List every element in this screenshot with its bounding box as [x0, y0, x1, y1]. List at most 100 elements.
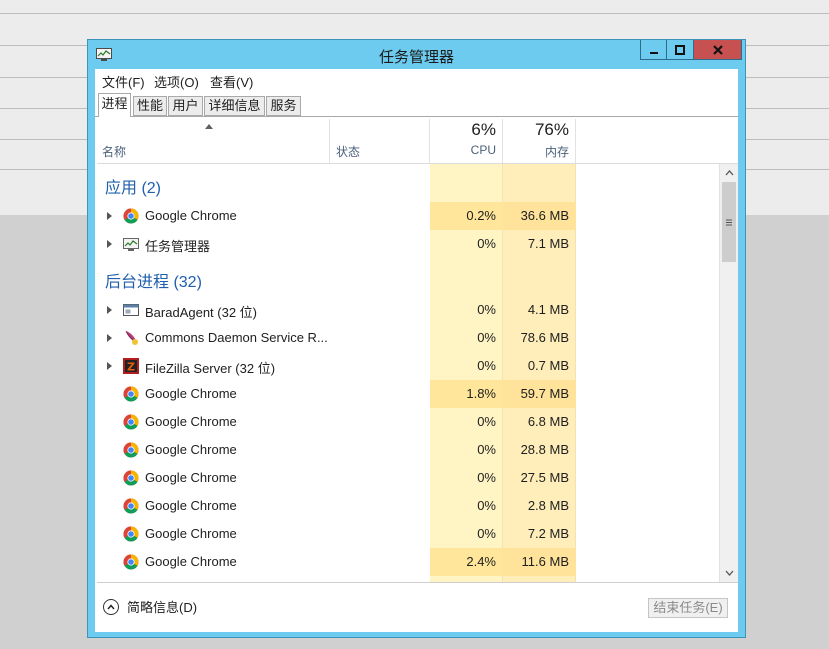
process-name: FileZilla Server (32 位)	[145, 361, 276, 376]
process-table: 名称 状态 6% CPU 76% 内存 应用 (2) Google Chrome…	[97, 119, 738, 583]
process-row[interactable]: Google Chrome 0% 6.8 MB	[97, 408, 719, 436]
process-row[interactable]: 任务管理器 0% 7.1 MB	[97, 230, 719, 258]
vertical-scrollbar[interactable]	[719, 164, 738, 582]
process-name: Google Chrome	[145, 498, 237, 513]
end-task-button[interactable]: 结束任务(E)	[648, 598, 728, 618]
process-cpu: 1.8%	[466, 386, 496, 401]
process-row[interactable]: Google Chrome 0.2% 36.6 MB	[97, 202, 719, 230]
process-memory: 78.6 MB	[520, 330, 569, 345]
column-separator	[329, 119, 330, 163]
feather-icon	[123, 330, 139, 346]
task-manager-icon	[123, 236, 139, 252]
chrome-icon	[123, 386, 139, 402]
process-row[interactable]: BaradAgent (32 位) 0% 4.1 MB	[97, 296, 719, 324]
chevron-up-icon	[725, 169, 733, 175]
menu-file[interactable]: 文件(F)	[102, 72, 145, 91]
process-name: Google Chrome	[145, 208, 237, 223]
window-client: 文件(F) 选项(O) 查看(V) 进程 性能 用户 详细信息 服务 名称 状态…	[95, 69, 738, 632]
chevron-up-circle-icon	[103, 598, 119, 615]
process-memory: 4.1 MB	[527, 302, 569, 317]
process-memory: 7.2 MB	[527, 526, 569, 541]
process-cpu: 0.2%	[466, 208, 496, 223]
maximize-button[interactable]	[667, 40, 694, 60]
process-cpu: 2.4%	[466, 554, 496, 569]
close-button[interactable]	[694, 40, 742, 60]
process-cpu: 0%	[477, 236, 496, 251]
process-cpu: 0%	[477, 470, 496, 485]
chrome-icon	[123, 414, 139, 430]
chevron-down-icon	[725, 570, 733, 576]
title-bar[interactable]: 任务管理器	[88, 40, 745, 69]
process-row[interactable]: Commons Daemon Service R... 0% 78.6 MB	[97, 324, 719, 352]
process-cpu: 0%	[477, 498, 496, 513]
column-memory[interactable]: 内存	[503, 143, 569, 160]
process-cpu: 0%	[477, 442, 496, 457]
tab-users[interactable]: 用户	[168, 96, 203, 116]
expand-arrow-icon[interactable]	[107, 334, 112, 342]
process-row[interactable]: Google Chrome 2.4% 11.6 MB	[97, 548, 719, 576]
group-title: 应用 (2)	[105, 180, 162, 197]
process-memory: 36.6 MB	[520, 208, 569, 223]
column-status[interactable]: 状态	[336, 143, 360, 160]
process-row[interactable]: Google Chrome 0% 7.2 MB	[97, 520, 719, 548]
group-background: 后台进程 (32)	[97, 262, 719, 292]
process-name: Google Chrome	[145, 554, 237, 569]
process-memory: 11.6 MB	[521, 554, 569, 569]
maximize-icon	[675, 44, 685, 55]
tab-services[interactable]: 服务	[266, 96, 301, 116]
menu-bar: 文件(F) 选项(O) 查看(V)	[95, 69, 738, 91]
chrome-icon	[123, 470, 139, 486]
group-apps: 应用 (2)	[97, 168, 719, 198]
process-memory: 7.1 MB	[527, 236, 569, 251]
menu-options[interactable]: 选项(O)	[154, 72, 199, 91]
sort-ascending-icon	[205, 124, 213, 129]
process-cpu: 0%	[477, 358, 496, 373]
expand-arrow-icon[interactable]	[107, 212, 112, 220]
footer-bar: 简略信息(D) 结束任务(E)	[95, 583, 738, 632]
process-list: 应用 (2) Google Chrome 0.2% 36.6 MB 任务管理器 0% 7.…	[97, 164, 719, 582]
process-memory: 6.8 MB	[527, 414, 569, 429]
tab-performance[interactable]: 性能	[133, 96, 167, 116]
chrome-icon	[123, 498, 139, 514]
process-name: Google Chrome	[145, 414, 237, 429]
chrome-icon	[123, 442, 139, 458]
process-name: BaradAgent (32 位)	[145, 305, 258, 320]
close-icon	[712, 44, 723, 55]
process-memory: 0.7 MB	[527, 358, 569, 373]
scroll-down-button[interactable]	[720, 564, 738, 581]
fewer-details-button[interactable]: 简略信息(D)	[103, 597, 197, 616]
table-header: 名称 状态 6% CPU 76% 内存	[97, 119, 738, 164]
group-title: 后台进程 (32)	[105, 274, 202, 291]
minimize-button[interactable]	[640, 40, 667, 60]
process-row[interactable]: Google Chrome 0% 27.5 MB	[97, 464, 719, 492]
expand-arrow-icon[interactable]	[107, 240, 112, 248]
column-name[interactable]: 名称	[102, 143, 126, 160]
process-row[interactable]: Google Chrome 1.8% 59.7 MB	[97, 380, 719, 408]
tab-strip: 进程 性能 用户 详细信息 服务	[95, 91, 738, 117]
tab-processes[interactable]: 进程	[98, 93, 131, 117]
scroll-thumb[interactable]	[722, 182, 736, 262]
process-name: Commons Daemon Service R...	[145, 330, 328, 345]
tab-details[interactable]: 详细信息	[204, 96, 265, 116]
minimize-icon	[649, 51, 658, 54]
memory-total: 76%	[534, 120, 569, 139]
process-memory: 27.5 MB	[520, 470, 569, 485]
process-cpu: 0%	[477, 330, 496, 345]
process-cpu: 0%	[477, 526, 496, 541]
process-name: 任务管理器	[145, 239, 211, 254]
process-row[interactable]: Google Chrome 0% 28.8 MB	[97, 436, 719, 464]
column-cpu[interactable]: CPU	[430, 143, 496, 157]
process-cpu: 0%	[477, 414, 496, 429]
menu-view[interactable]: 查看(V)	[210, 72, 253, 91]
expand-arrow-icon[interactable]	[107, 362, 112, 370]
process-memory: 59.7 MB	[520, 386, 569, 401]
expand-arrow-icon[interactable]	[107, 306, 112, 314]
process-name: Google Chrome	[145, 442, 237, 457]
process-row[interactable]: Google Chrome 0% 2.8 MB	[97, 492, 719, 520]
fewer-details-label: 简略信息(D)	[127, 600, 198, 615]
process-row[interactable]: Z FileZilla Server (32 位) 0% 0.7 MB	[97, 352, 719, 380]
scroll-up-button[interactable]	[720, 164, 738, 181]
svg-text:Z: Z	[127, 361, 135, 374]
process-memory: 2.8 MB	[527, 498, 569, 513]
chrome-icon	[123, 208, 139, 224]
